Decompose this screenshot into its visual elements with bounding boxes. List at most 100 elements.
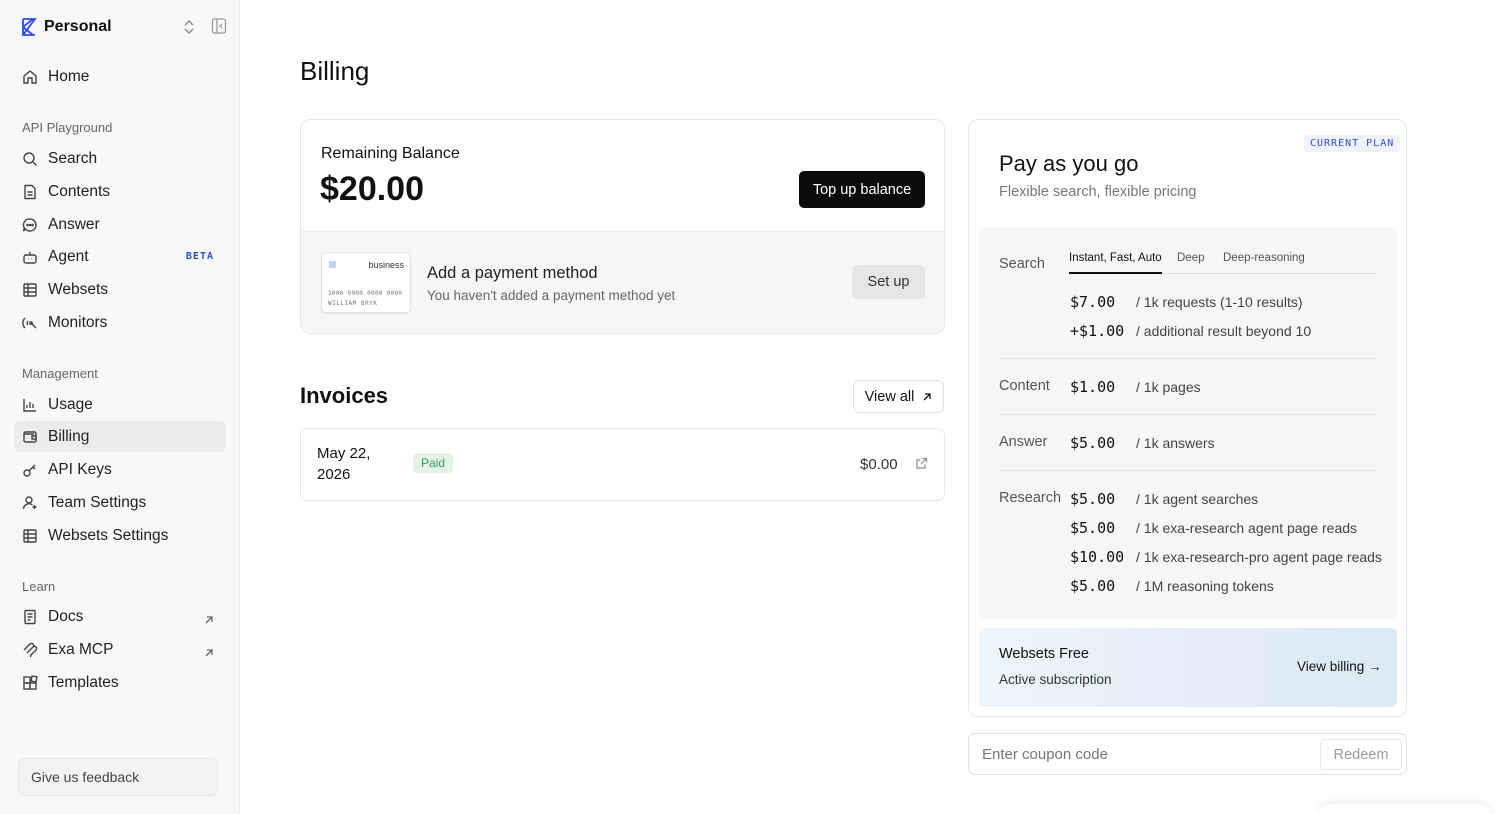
balance-card: Remaining Balance $20.00 Top up balance … bbox=[300, 119, 945, 334]
sidebar-item-home[interactable]: Home bbox=[14, 61, 226, 92]
price: $5.00 bbox=[1070, 434, 1116, 452]
feedback-button[interactable]: Give us feedback bbox=[18, 758, 218, 796]
sidebar-item-websets[interactable]: Websets bbox=[14, 274, 226, 305]
price-description: / 1k pages bbox=[1136, 379, 1201, 395]
arrow-up-right-icon bbox=[204, 645, 214, 656]
coupon-form: Redeem bbox=[968, 733, 1407, 775]
price-description: / 1k exa-research agent page reads bbox=[1136, 520, 1358, 536]
workspace-name: Personal bbox=[44, 18, 112, 35]
sidebar-item-label: Exa MCP bbox=[48, 640, 114, 658]
sidebar-item-contents[interactable]: Contents bbox=[14, 176, 226, 207]
sidebar-item-label: Answer bbox=[48, 215, 100, 233]
plan-card: CURRENT PLAN Pay as you go Flexible sear… bbox=[968, 119, 1407, 717]
sidebar-item-team-settings[interactable]: Team Settings bbox=[14, 487, 226, 518]
sidebar-item-label: Websets bbox=[48, 280, 109, 298]
robot-icon bbox=[22, 249, 38, 265]
set-up-button[interactable]: Set up bbox=[852, 265, 925, 299]
external-link-icon[interactable] bbox=[915, 457, 928, 470]
sidebar-item-label: Agent bbox=[48, 247, 89, 265]
pricing-category-content: Content bbox=[999, 378, 1050, 394]
mcp-icon bbox=[22, 642, 38, 658]
sidebar-item-templates[interactable]: Templates bbox=[14, 667, 226, 698]
price-description: / 1k requests (1-10 results) bbox=[1136, 294, 1303, 310]
beta-badge: BETA bbox=[185, 251, 214, 262]
sidebar-item-agent[interactable]: Agent BETA bbox=[14, 241, 226, 272]
pricing-table: Search Instant, Fast, Auto Deep Deep-rea… bbox=[979, 227, 1397, 619]
sidebar-item-answer[interactable]: Answer bbox=[14, 209, 226, 240]
coupon-code-input[interactable] bbox=[970, 735, 1310, 773]
exa-logo-icon bbox=[20, 17, 38, 37]
current-plan-badge: CURRENT PLAN bbox=[1304, 135, 1401, 152]
document-icon bbox=[22, 184, 38, 200]
sidebar-item-label: API Keys bbox=[48, 460, 112, 478]
workspace-switcher[interactable]: Personal bbox=[20, 14, 230, 40]
sidebar-item-label: Monitors bbox=[48, 313, 108, 331]
view-all-label: View all bbox=[864, 388, 915, 405]
sidebar-item-usage[interactable]: Usage bbox=[14, 389, 226, 420]
price-description: / 1M reasoning tokens bbox=[1136, 578, 1274, 594]
section-label-api-playground: API Playground bbox=[22, 120, 113, 135]
price: $10.00 bbox=[1070, 548, 1125, 566]
view-billing-link[interactable]: View billing → bbox=[1297, 659, 1382, 674]
price-description: / 1k answers bbox=[1136, 435, 1215, 451]
chat-bubble-icon bbox=[22, 217, 38, 233]
floating-widget[interactable] bbox=[1320, 804, 1490, 814]
payment-method-section: business 1000 0000 0000 0000 WILLIAM BRY… bbox=[301, 231, 944, 333]
chevron-up-down-icon[interactable] bbox=[182, 18, 196, 36]
price: $5.00 bbox=[1070, 577, 1116, 595]
invoice-amount: $0.00 bbox=[860, 456, 898, 473]
sidebar-item-search[interactable]: Search bbox=[14, 143, 226, 174]
plan-title: Pay as you go bbox=[999, 151, 1139, 176]
payment-method-subtitle: You haven't added a payment method yet bbox=[427, 288, 676, 303]
sidebar-item-label: Billing bbox=[48, 427, 90, 445]
key-icon bbox=[22, 462, 38, 478]
sidebar-item-label: Search bbox=[48, 149, 98, 167]
price: $1.00 bbox=[1070, 378, 1116, 396]
bar-chart-icon bbox=[22, 397, 38, 413]
search-icon bbox=[22, 151, 38, 167]
price: $5.00 bbox=[1070, 519, 1116, 537]
section-label-management: Management bbox=[22, 366, 98, 381]
credit-card-illustration: business 1000 0000 0000 0000 WILLIAM BRY… bbox=[321, 252, 411, 313]
sidebar-collapse-icon[interactable] bbox=[211, 17, 227, 35]
card-number: 1000 0000 0000 0000 bbox=[328, 290, 403, 297]
sidebar-item-monitors[interactable]: Monitors bbox=[14, 307, 226, 338]
book-icon bbox=[22, 609, 38, 625]
price-description: / additional result beyond 10 bbox=[1136, 323, 1312, 339]
table-icon bbox=[22, 282, 38, 298]
redeem-button[interactable]: Redeem bbox=[1320, 739, 1402, 770]
page-title: Billing bbox=[300, 56, 370, 86]
tab-instant-fast-auto[interactable]: Instant, Fast, Auto bbox=[1069, 252, 1162, 274]
tab-deep[interactable]: Deep bbox=[1177, 252, 1205, 274]
invoice-date: May 22, 2026 bbox=[317, 445, 371, 483]
templates-icon bbox=[22, 674, 38, 691]
sidebar: Personal Home API Playground Search Cont… bbox=[0, 0, 240, 814]
payment-method-title: Add a payment method bbox=[427, 264, 598, 282]
table-row[interactable]: May 22, 2026 Paid $0.00 bbox=[300, 428, 945, 501]
tab-deep-reasoning[interactable]: Deep-reasoning bbox=[1223, 252, 1305, 274]
status-badge: Paid bbox=[413, 453, 454, 473]
pricing-category-search: Search bbox=[999, 256, 1045, 272]
price-description: / 1k exa-research-pro agent page reads bbox=[1136, 549, 1382, 565]
sidebar-item-api-keys[interactable]: API Keys bbox=[14, 454, 226, 485]
balance-amount: $20.00 bbox=[320, 170, 424, 208]
arrow-up-right-icon bbox=[923, 392, 931, 400]
balance-label: Remaining Balance bbox=[321, 145, 460, 162]
sidebar-item-label: Usage bbox=[48, 395, 93, 413]
divider bbox=[999, 470, 1376, 471]
divider bbox=[999, 414, 1376, 415]
pricing-category-research: Research bbox=[999, 490, 1062, 506]
sidebar-item-docs[interactable]: Docs bbox=[14, 601, 226, 632]
card-brand: business bbox=[368, 260, 404, 270]
plan-subtitle: Flexible search, flexible pricing bbox=[999, 184, 1197, 200]
pricing-category-answer: Answer bbox=[999, 434, 1048, 450]
sidebar-item-exa-mcp[interactable]: Exa MCP bbox=[14, 634, 226, 665]
sidebar-item-label: Team Settings bbox=[48, 493, 147, 511]
view-all-invoices-button[interactable]: View all bbox=[853, 380, 944, 413]
price: $5.00 bbox=[1070, 490, 1116, 508]
sidebar-item-billing[interactable]: Billing bbox=[14, 421, 226, 452]
arrow-up-right-icon bbox=[204, 612, 214, 623]
user-plus-icon bbox=[22, 495, 38, 511]
top-up-balance-button[interactable]: Top up balance bbox=[799, 171, 925, 208]
sidebar-item-websets-settings[interactable]: Websets Settings bbox=[14, 520, 226, 551]
